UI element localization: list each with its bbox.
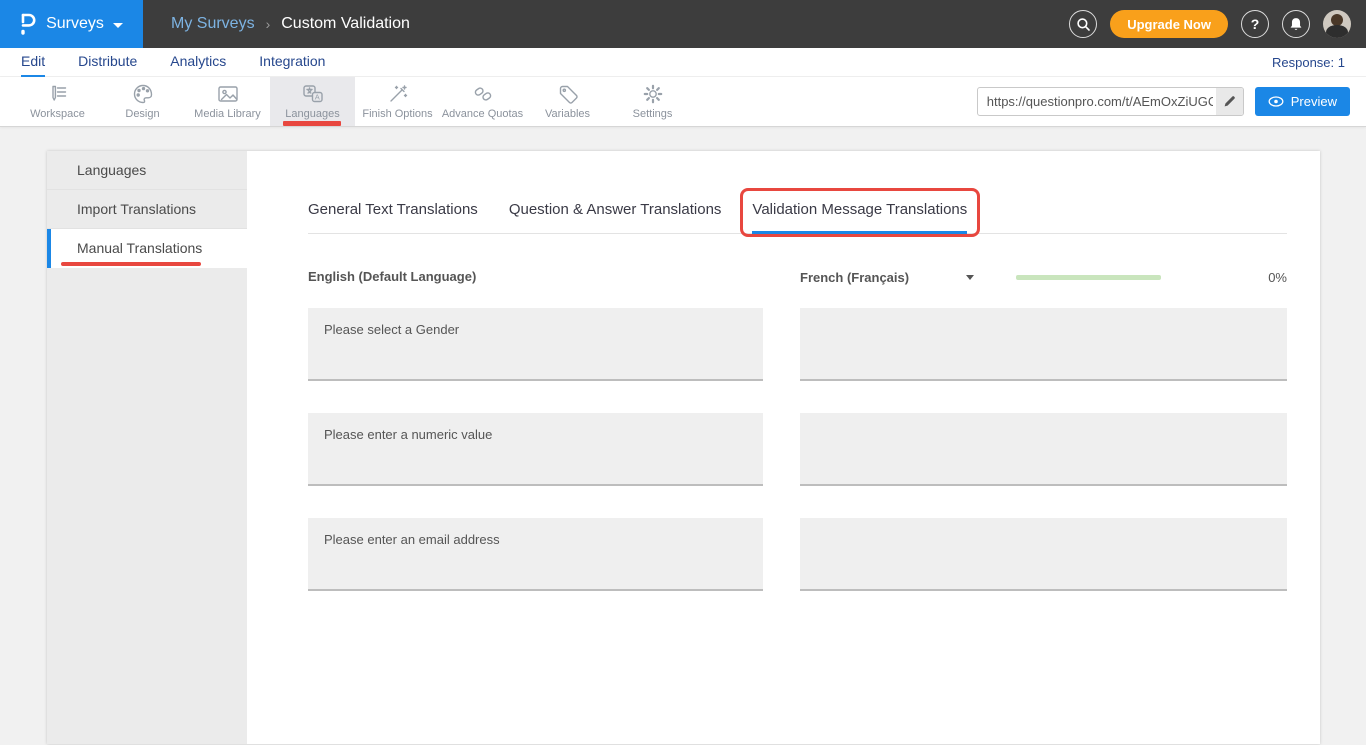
tab-validation-message-translations[interactable]: Validation Message Translations: [752, 201, 967, 234]
source-language-label: English (Default Language): [308, 269, 476, 284]
bell-icon: [1289, 17, 1303, 32]
surveys-product-menu[interactable]: Surveys: [0, 0, 143, 48]
translation-row: Please enter an email address: [308, 518, 1287, 591]
breadcrumb: My Surveys › Custom Validation: [171, 15, 410, 33]
toolbar-item-variables[interactable]: Variables: [525, 77, 610, 126]
toolbar-item-design[interactable]: Design: [100, 77, 185, 126]
target-input-gender[interactable]: [800, 308, 1287, 381]
variables-tag-icon: [557, 83, 579, 105]
target-language-select[interactable]: French (Français): [800, 270, 909, 285]
target-input-email[interactable]: [800, 518, 1287, 591]
source-text-numeric: Please enter a numeric value: [308, 413, 763, 486]
pencil-icon: [1223, 95, 1236, 108]
toolbar-item-settings[interactable]: Settings: [610, 77, 695, 126]
help-button[interactable]: ?: [1241, 10, 1269, 38]
edit-url-button[interactable]: [1216, 88, 1243, 115]
toolbar-right: Preview: [977, 77, 1366, 126]
svg-text:A: A: [314, 93, 319, 102]
toolbar-item-finish-options[interactable]: Finish Options: [355, 77, 440, 126]
edit-toolbar: Workspace Design Media Library A: [0, 77, 1366, 127]
breadcrumb-separator: ›: [266, 16, 271, 32]
translation-row: Please enter a numeric value: [308, 413, 1287, 486]
languages-icon: A: [301, 83, 325, 105]
language-columns-header: English (Default Language) French (Franç…: [308, 268, 1287, 286]
breadcrumb-my-surveys[interactable]: My Surveys: [171, 15, 255, 33]
translation-tabs: General Text Translations Question & Ans…: [308, 201, 1287, 234]
tab-analytics[interactable]: Analytics: [170, 48, 226, 77]
target-input-numeric[interactable]: [800, 413, 1287, 486]
source-text-gender: Please select a Gender: [308, 308, 763, 381]
tab-integration[interactable]: Integration: [259, 48, 325, 77]
languages-sidebar: Languages Import Translations Manual Tra…: [47, 151, 247, 744]
search-button[interactable]: [1069, 10, 1097, 38]
sidebar-item-manual-translations[interactable]: Manual Translations: [47, 229, 247, 268]
toolbar-item-languages[interactable]: A Languages: [270, 77, 355, 126]
workspace-icon: [46, 83, 70, 105]
sidebar-item-import-translations[interactable]: Import Translations: [47, 190, 247, 229]
tab-distribute[interactable]: Distribute: [78, 48, 137, 77]
chevron-down-icon: [113, 23, 123, 28]
breadcrumb-current-survey: Custom Validation: [281, 15, 410, 33]
translation-row: Please select a Gender: [308, 308, 1287, 381]
eye-icon: [1268, 96, 1284, 107]
finish-options-wand-icon: [387, 83, 409, 105]
sidebar-item-languages[interactable]: Languages: [47, 151, 247, 190]
advance-quotas-link-icon: [472, 83, 494, 105]
upgrade-now-button[interactable]: Upgrade Now: [1110, 10, 1228, 38]
languages-panel: Languages Import Translations Manual Tra…: [47, 151, 1320, 744]
search-icon: [1076, 17, 1091, 32]
tab-edit[interactable]: Edit: [21, 48, 45, 77]
translation-progress-percent: 0%: [1268, 270, 1287, 285]
annotation-underline-languages: [283, 121, 341, 126]
source-text-email: Please enter an email address: [308, 518, 763, 591]
toolbar-item-media-library[interactable]: Media Library: [185, 77, 270, 126]
survey-url-wrap: [977, 87, 1244, 116]
avatar[interactable]: [1323, 10, 1351, 38]
survey-section-nav: Edit Distribute Analytics Integration Re…: [0, 48, 1366, 77]
tab-question-answer-translations[interactable]: Question & Answer Translations: [509, 201, 722, 233]
notifications-button[interactable]: [1282, 10, 1310, 38]
media-library-icon: [216, 83, 240, 105]
topbar-actions: Upgrade Now ?: [1069, 10, 1366, 38]
preview-button[interactable]: Preview: [1255, 87, 1350, 116]
translation-progress-bar: [1016, 275, 1161, 280]
design-palette-icon: [132, 83, 154, 105]
page-background: Languages Import Translations Manual Tra…: [0, 127, 1366, 744]
toolbar-item-workspace[interactable]: Workspace: [15, 77, 100, 126]
manual-translations-content: General Text Translations Question & Ans…: [247, 151, 1320, 744]
settings-gear-icon: [642, 83, 664, 105]
toolbar-item-advance-quotas[interactable]: Advance Quotas: [440, 77, 525, 126]
questionpro-logo-icon: [20, 13, 37, 35]
tab-general-text-translations[interactable]: General Text Translations: [308, 201, 478, 233]
chevron-down-icon[interactable]: [966, 275, 974, 280]
top-bar: Surveys My Surveys › Custom Validation U…: [0, 0, 1366, 48]
product-name: Surveys: [46, 15, 104, 33]
help-icon: ?: [1251, 16, 1260, 32]
response-count[interactable]: Response: 1: [1272, 55, 1345, 70]
survey-url-input[interactable]: [977, 87, 1244, 116]
annotation-underline-manual-translations: [61, 262, 201, 266]
